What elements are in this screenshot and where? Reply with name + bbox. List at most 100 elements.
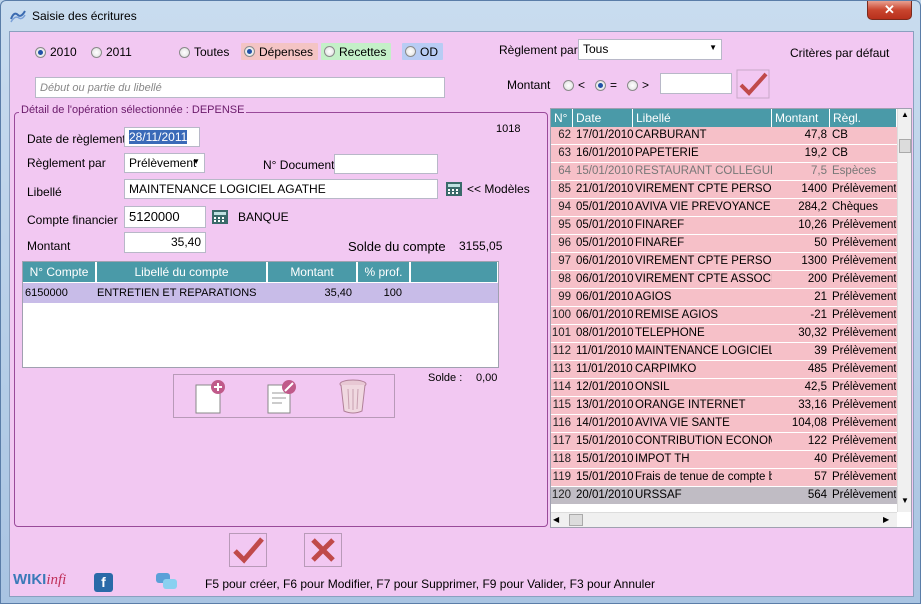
date-field[interactable]: 28/11/2011 xyxy=(124,127,200,147)
list-item[interactable]: 118 15/01/2010 IMPOT TH 40 Prélèvement xyxy=(551,451,897,469)
list-item[interactable]: 101 08/01/2010 TELEPHONE 30,32 Prélèvement xyxy=(551,325,897,343)
vertical-scrollbar[interactable]: ▲ ▼ xyxy=(897,109,911,512)
delete-line-icon[interactable] xyxy=(334,377,372,415)
list-item[interactable]: 95 05/01/2010 FINAREF 10,26 Prélèvement xyxy=(551,217,897,235)
row-number: 62 xyxy=(558,129,571,141)
models-link[interactable]: << Modèles xyxy=(467,182,530,196)
row-payment: Prélèvement xyxy=(832,219,896,231)
amount-filter-input[interactable] xyxy=(660,73,732,94)
list-item[interactable]: 100 06/01/2010 REMISE AGIOS -21 Prélèvement xyxy=(551,307,897,325)
list-item[interactable]: 114 12/01/2010 ONSIL 42,5 Prélèvement xyxy=(551,379,897,397)
close-button[interactable]: ✕ xyxy=(867,1,912,20)
label-label: Libellé xyxy=(27,185,62,199)
payment-filter-select[interactable]: Tous ▼ xyxy=(578,39,722,60)
amount-gt-radio[interactable]: > xyxy=(627,78,649,92)
year-2011-radio[interactable]: 2011 xyxy=(91,45,132,59)
horizontal-scroll-thumb[interactable] xyxy=(569,514,583,526)
row-amount: 104,08 xyxy=(791,417,827,429)
facebook-icon[interactable]: f xyxy=(94,573,113,592)
calculator-icon[interactable] xyxy=(211,208,229,226)
scroll-left-icon[interactable]: ◀ xyxy=(553,514,563,526)
row-number: 94 xyxy=(558,201,571,213)
default-criteria-link[interactable]: Critères par défaut xyxy=(790,46,889,60)
amount-eq-radio[interactable]: = xyxy=(595,78,617,92)
chat-icon[interactable] xyxy=(155,572,179,592)
list-item[interactable]: 99 06/01/2010 AGIOS 21 Prélèvement xyxy=(551,289,897,307)
type-expenses-radio[interactable]: Dépenses xyxy=(241,43,319,60)
list-item[interactable]: 116 14/01/2010 AVIVA VIE SANTE 104,08 Prélèv… xyxy=(551,415,897,433)
row-payment: Prélèvement xyxy=(832,255,896,267)
edit-line-icon[interactable] xyxy=(262,379,300,415)
label-field[interactable]: MAINTENANCE LOGICIEL AGATHE xyxy=(124,179,438,199)
validate-button[interactable] xyxy=(229,533,267,567)
row-amount: 200 xyxy=(807,273,827,285)
vertical-scroll-thumb[interactable] xyxy=(899,139,911,153)
calculator-icon[interactable] xyxy=(445,180,463,198)
row-payment: Prélèvement xyxy=(832,309,896,321)
row-label: AGIOS xyxy=(635,291,672,303)
scroll-right-icon[interactable]: ▶ xyxy=(883,514,893,526)
list-item[interactable]: 62 17/01/2010 CARBURANT 47,8 CB xyxy=(551,127,897,145)
horizontal-scrollbar[interactable]: ◀ ▶ xyxy=(551,512,897,527)
row-amount: 19,2 xyxy=(804,147,827,159)
column-header[interactable]: Montant xyxy=(268,262,357,282)
column-header[interactable]: Montant xyxy=(772,109,830,127)
list-item[interactable]: 119 15/01/2010 Frais de tenue de compte ba… xyxy=(551,469,897,487)
column-header[interactable]: Règl. xyxy=(830,109,897,127)
operations-list[interactable]: N° Date Libellé Montant Règl. 62 17/01/20… xyxy=(550,108,912,528)
payment-method-select[interactable]: Prélèvement ▼ xyxy=(124,153,205,173)
row-label: CONTRIBUTION ECONOMIQ xyxy=(635,435,772,447)
account-field[interactable]: 5120000 xyxy=(124,206,206,228)
year-2010-radio[interactable]: 2010 xyxy=(35,45,77,59)
list-item[interactable]: 64 15/01/2010 RESTAURANT COLLEGUE 7,5 Espèce… xyxy=(551,163,897,181)
row-amount: 122 xyxy=(807,435,827,447)
row-amount: 50 xyxy=(814,237,827,249)
row-amount: 10,26 xyxy=(798,219,827,231)
account-breakdown-grid[interactable]: N° Compte Libellé du compte Montant % pr… xyxy=(22,261,499,368)
column-header[interactable]: Libellé xyxy=(633,109,772,127)
title-bar[interactable]: Saisie des écritures ✕ xyxy=(1,1,920,31)
list-item[interactable]: 117 15/01/2010CONTRIBUTION ECONOMIQ 122 Pré… xyxy=(551,433,897,451)
column-header[interactable]: N° xyxy=(551,109,573,127)
row-date: 15/01/2010 xyxy=(576,471,634,483)
window-title: Saisie des écritures xyxy=(32,9,137,23)
date-label: Date de règlement xyxy=(27,132,126,146)
row-payment: Chèques xyxy=(832,201,879,213)
row-payment: Prélèvement xyxy=(832,363,896,375)
column-header[interactable]: Libellé du compte xyxy=(97,262,267,282)
list-item[interactable]: 112 11/01/2010MAINTENANCE LOGICIEL AG 39 Pr… xyxy=(551,343,897,361)
column-header[interactable]: N° Compte xyxy=(23,262,96,282)
wikiinfi-logo[interactable]: WIKIinfi xyxy=(13,571,66,589)
list-item[interactable]: 97 06/01/2010 VIREMENT CPTE PERSO 1300 Prélè… xyxy=(551,253,897,271)
scroll-down-icon[interactable]: ▼ xyxy=(899,496,911,510)
row-payment: Prélèvement xyxy=(832,273,896,285)
cancel-button[interactable] xyxy=(304,533,342,567)
amount-field[interactable]: 35,40 xyxy=(124,232,206,253)
table-row[interactable]: 6150000 ENTRETIEN ET REPARATIONS 35,40 1… xyxy=(23,283,498,303)
type-od-radio[interactable]: OD xyxy=(402,43,443,60)
scroll-up-icon[interactable]: ▲ xyxy=(899,110,911,124)
row-number: 63 xyxy=(558,147,571,159)
amount-lt-radio[interactable]: < xyxy=(563,78,585,92)
list-item[interactable]: 96 05/01/2010 FINAREF 50 Prélèvement xyxy=(551,235,897,253)
label-search-input[interactable]: Début ou partie du libellé xyxy=(35,77,445,98)
row-number: 99 xyxy=(558,291,571,303)
amount-filter-label: Montant xyxy=(507,78,551,92)
list-item[interactable]: 63 16/01/2010 PAPETERIE 19,2 CB xyxy=(551,145,897,163)
list-item[interactable]: 115 13/01/2010 ORANGE INTERNET 33,16 Prélève… xyxy=(551,397,897,415)
payment-filter-label: Règlement par xyxy=(499,43,578,57)
list-item[interactable]: 94 05/01/2010 AVIVA VIE PREVOYANCE 284,2 Chè… xyxy=(551,199,897,217)
row-number: 117 xyxy=(552,435,571,447)
document-number-field[interactable] xyxy=(334,154,438,174)
column-header[interactable]: Date xyxy=(573,109,633,127)
list-item[interactable]: 120 20/01/2010 URSSAF 564 Prélèvement xyxy=(551,487,897,505)
list-item[interactable]: 113 11/01/2010 CARPIMKO 485 Prélèvement xyxy=(551,361,897,379)
row-amount: 485 xyxy=(807,363,827,375)
list-item[interactable]: 85 21/01/2010 VIREMENT CPTE PERSO 1400 Prélè… xyxy=(551,181,897,199)
list-item[interactable]: 98 06/01/2010 VIREMENT CPTE ASSOCIE 200 Prél… xyxy=(551,271,897,289)
column-header[interactable]: % prof. xyxy=(358,262,410,282)
apply-filter-check-icon[interactable] xyxy=(736,69,770,99)
type-income-radio[interactable]: Recettes xyxy=(321,43,392,60)
add-line-icon[interactable] xyxy=(190,379,228,415)
type-all-radio[interactable]: Toutes xyxy=(179,45,229,59)
